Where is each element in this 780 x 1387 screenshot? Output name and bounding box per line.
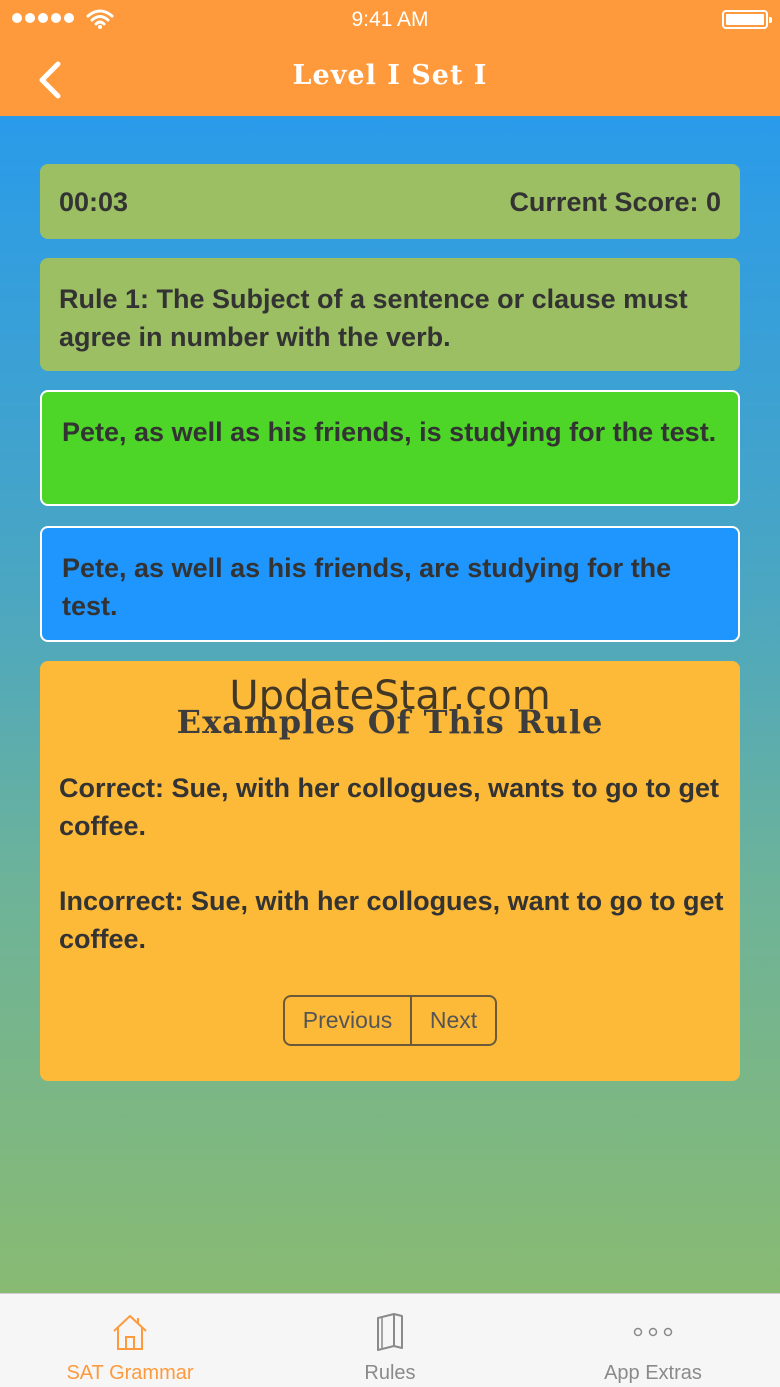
quiz-content: 00:03 Current Score: 0 Rule 1: The Subje… <box>0 116 780 1293</box>
battery-icon <box>722 10 772 29</box>
examples-pager: Previous Next <box>283 995 497 1046</box>
example-correct: Correct: Sue, with her collogues, wants … <box>59 773 720 841</box>
page-title: Level I Set I <box>292 60 488 91</box>
answer-option-1[interactable]: Pete, as well as his friends, is studyin… <box>40 390 740 506</box>
rule-card: Rule 1: The Subject of a sentence or cla… <box>40 258 740 371</box>
previous-button[interactable]: Previous <box>285 997 412 1044</box>
tab-app-extras[interactable]: App Extras <box>563 1294 743 1387</box>
tab-sat-grammar[interactable]: SAT Grammar <box>40 1294 220 1387</box>
tab-label: App Extras <box>604 1362 702 1384</box>
home-icon <box>113 1315 147 1350</box>
tab-label: Rules <box>364 1362 416 1384</box>
answer-option-2[interactable]: Pete, as well as his friends, are studyi… <box>40 526 740 642</box>
more-icon <box>633 1327 673 1337</box>
status-bar: 9:41 AM <box>0 0 780 40</box>
tab-label: SAT Grammar <box>66 1362 194 1384</box>
nav-header: 9:41 AM Level I Set I <box>0 0 780 116</box>
examples-card: Examples Of This Rule UpdateStar.com Cor… <box>40 661 740 1081</box>
tab-rules[interactable]: Rules <box>300 1294 480 1387</box>
watermark: UpdateStar.com <box>229 673 551 719</box>
book-icon <box>377 1313 403 1351</box>
next-button[interactable]: Next <box>412 997 495 1044</box>
tab-bar: SAT Grammar Rules App Extras <box>0 1293 780 1387</box>
example-incorrect: Incorrect: Sue, with her collogues, want… <box>59 886 724 954</box>
timer: 00:03 <box>59 187 129 217</box>
current-score: Current Score: 0 <box>509 187 721 217</box>
status-time: 9:41 AM <box>351 8 429 31</box>
score-card: 00:03 Current Score: 0 <box>40 164 740 239</box>
